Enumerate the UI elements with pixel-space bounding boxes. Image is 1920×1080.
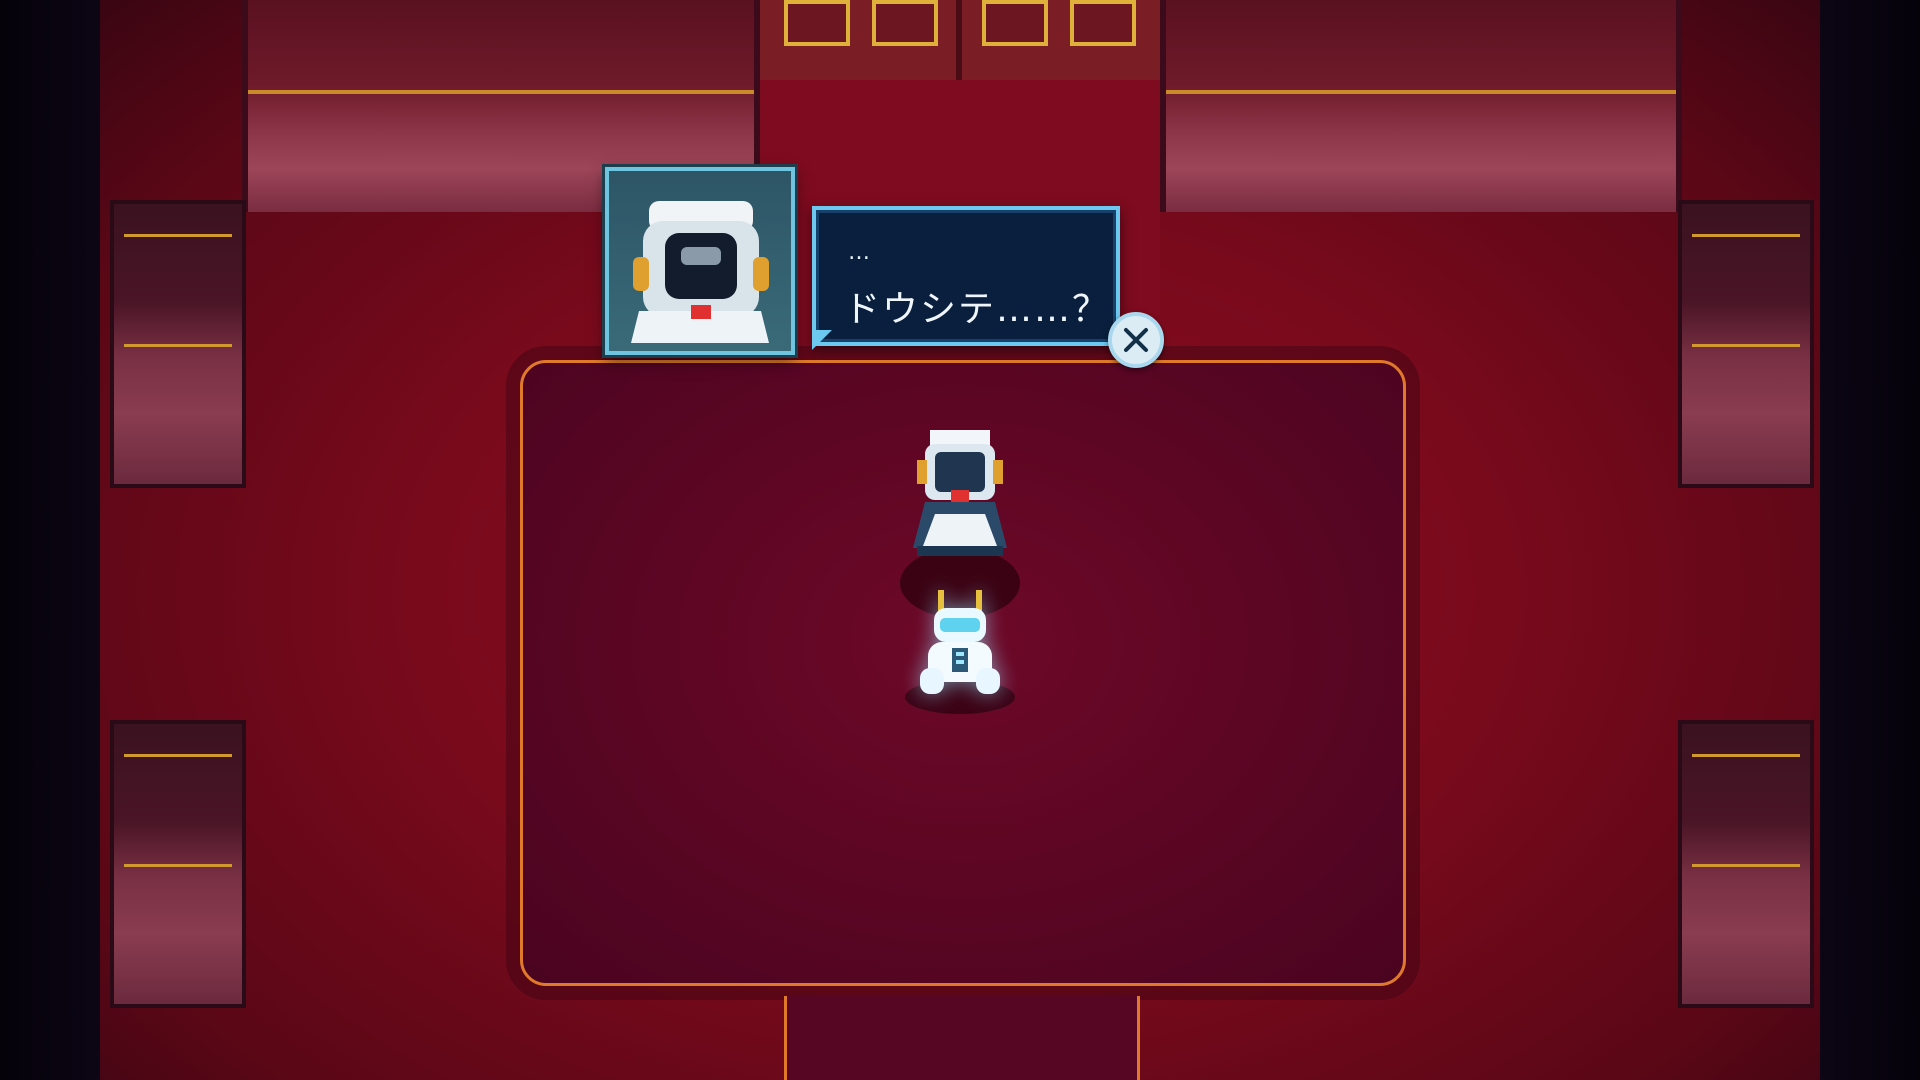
wall-trim [1166,90,1676,94]
back-wall-right [1160,0,1682,212]
close-dialog-button[interactable] [1108,312,1164,368]
pillar-right-upper [1678,200,1814,488]
pillar-left-upper [110,200,246,488]
door-window [872,0,938,46]
close-x-icon [1124,328,1148,352]
void-left [0,0,110,1080]
door-window [982,0,1048,46]
wall-trim [248,90,754,94]
speaker-portrait [605,167,795,355]
carpet-runner-south [784,996,1140,1080]
void-right [1810,0,1920,1080]
maid-robot-npc[interactable] [905,430,1015,570]
dialog-box: … ドウシテ……？ [812,206,1120,350]
dialog-ellipsis: … [848,240,871,265]
double-door[interactable] [760,0,1160,86]
dialog-tail [812,330,832,350]
dialog-text: ドウシテ……？ [844,289,1111,330]
maid-robot-portrait-icon [631,201,769,343]
pillar-right-lower [1678,720,1814,1008]
door-window [784,0,850,46]
door-window [1070,0,1136,46]
pillar-left-lower [110,720,246,1008]
player-robot[interactable] [910,590,1010,700]
door-split [956,0,962,80]
